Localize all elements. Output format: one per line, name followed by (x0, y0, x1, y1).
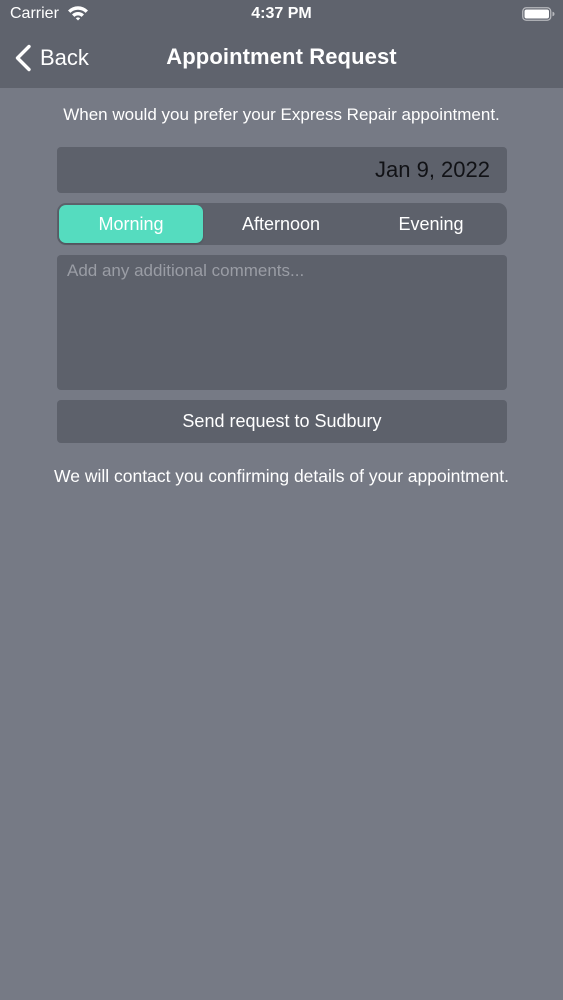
segment-morning[interactable]: Morning (59, 205, 203, 243)
comments-box (57, 255, 507, 390)
send-request-button[interactable]: Send request to Sudbury (57, 400, 507, 443)
battery-icon (522, 7, 555, 21)
segment-evening[interactable]: Evening (359, 205, 503, 243)
back-label: Back (40, 45, 89, 70)
back-button[interactable]: Back (14, 40, 89, 76)
time-of-day-segmented-control: Morning Afternoon Evening (57, 203, 507, 245)
navigation-bar: Back Appointment Request (0, 30, 563, 88)
comments-input[interactable] (67, 261, 497, 384)
chevron-left-icon (15, 44, 31, 72)
segment-afternoon[interactable]: Afternoon (209, 205, 353, 243)
appointment-prompt: When would you prefer your Express Repai… (63, 105, 500, 124)
date-value: Jan 9, 2022 (375, 157, 490, 182)
status-time: 4:37 PM (251, 5, 312, 22)
confirmation-note: We will contact you confirming details o… (54, 466, 509, 486)
status-bar: Carrier 4:37 PM (0, 0, 563, 30)
date-picker[interactable]: Jan 9, 2022 (57, 147, 507, 193)
